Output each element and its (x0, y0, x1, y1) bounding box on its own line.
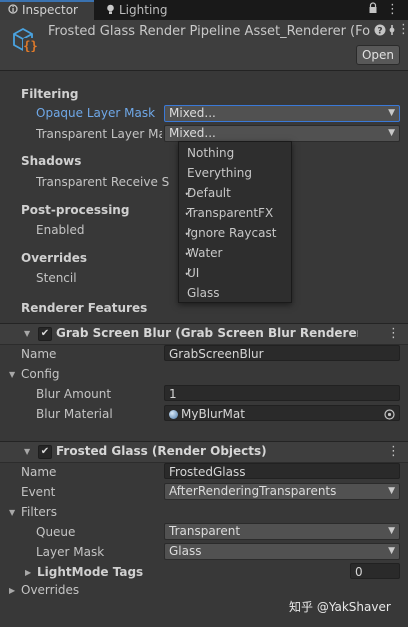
layer-menu-item-label: TransparentFX (187, 206, 274, 220)
layer-menu-item-water[interactable]: ✓ Water (179, 243, 291, 263)
menu-icon[interactable]: ⋮ (386, 2, 399, 17)
layer-mask-label: Layer Mask (36, 545, 105, 559)
filters-label: Filters (21, 505, 57, 519)
checkmark-icon: ✔ (40, 328, 50, 339)
lighting-icon (106, 1, 115, 21)
layer-menu-item-nothing[interactable]: Nothing (179, 143, 291, 163)
opaque-layer-mask-dropdown[interactable]: Mixed... ▼ (164, 105, 400, 122)
foldout-icon[interactable]: ▼ (9, 508, 15, 517)
tab-lighting-label: Lighting (119, 3, 168, 17)
foldout-icon[interactable]: ▼ (24, 447, 30, 456)
layer-mask-dropdown[interactable]: Glass ▼ (164, 543, 400, 560)
grab-screen-blur-enabled-checkbox[interactable]: ✔ (38, 327, 52, 341)
chevron-down-icon: ▼ (388, 486, 395, 496)
renderer-features-heading: Renderer Features (21, 301, 148, 315)
more-icon[interactable]: ⋮ (397, 22, 408, 37)
frosted-overrides-label: Overrides (21, 583, 80, 597)
layer-menu-item-label: Default (187, 186, 231, 200)
queue-dropdown[interactable]: Transparent ▼ (164, 523, 400, 540)
config-label: Config (21, 367, 60, 381)
layer-menu-item-everything[interactable]: Everything (179, 163, 291, 183)
inspector-icon (8, 2, 18, 19)
asset-title: Frosted Glass Render Pipeline Asset_Rend… (48, 24, 370, 39)
opaque-layer-mask-label: Opaque Layer Mask (36, 106, 156, 120)
lightmode-tags-count-field[interactable]: 0 (350, 563, 400, 579)
filtering-heading: Filtering (21, 87, 79, 101)
watermark: 知乎 @YakShaver (289, 600, 391, 614)
layer-mask-value: Glass (169, 544, 202, 558)
post-processing-enabled-label: Enabled (36, 223, 85, 237)
queue-value: Transparent (169, 524, 241, 538)
frosted-glass-title: Frosted Glass (Render Objects) (56, 444, 267, 458)
event-dropdown[interactable]: AfterRenderingTransparents ▼ (164, 483, 400, 500)
transparent-layer-mask-dropdown[interactable]: Mixed... ▼ (164, 125, 400, 142)
chevron-down-icon: ▼ (388, 128, 395, 138)
transparent-layer-mask-value: Mixed... (169, 126, 216, 140)
layer-menu-item-ignore-raycast[interactable]: ✓ Ignore Raycast (179, 223, 291, 243)
grab-screen-blur-title: Grab Screen Blur (Grab Screen Blur Rende… (56, 326, 358, 340)
layer-menu-item-label: Nothing (187, 146, 235, 160)
tab-lighting[interactable]: Lighting (98, 0, 196, 20)
grab-screen-blur-header[interactable]: ▼ ✔ Grab Screen Blur (Grab Screen Blur R… (0, 323, 408, 345)
svg-text:?: ? (377, 27, 382, 37)
foldout-icon[interactable]: ▼ (24, 329, 30, 338)
layer-menu-item-label: Water (187, 246, 223, 260)
layer-menu-item-default[interactable]: ✓ Default (179, 183, 291, 203)
tab-inspector-label: Inspector (22, 3, 78, 17)
event-label: Event (21, 485, 56, 499)
grab-name-label: Name (21, 347, 57, 361)
tab-bar: Inspector Lighting ⋮ (0, 0, 408, 20)
layer-menu-item-transparentfx[interactable]: ✓ TransparentFX (179, 203, 291, 223)
settings-icon[interactable] (388, 23, 396, 40)
blur-amount-field[interactable]: 1 (164, 385, 400, 401)
frosted-name-field[interactable]: FrostedGlass (164, 463, 400, 479)
open-button[interactable]: Open (356, 45, 400, 65)
grab-name-field[interactable]: GrabScreenBlur (164, 345, 400, 361)
queue-label: Queue (36, 525, 76, 539)
blur-amount-label: Blur Amount (36, 387, 112, 401)
svg-text:{}: {} (23, 39, 37, 53)
foldout-icon[interactable]: ▶ (25, 568, 31, 577)
layer-mask-popup-menu: Nothing Everything ✓ Default ✓ TransparentFX ✓… (178, 141, 292, 303)
chevron-down-icon: ▼ (388, 526, 395, 536)
layer-menu-item-label: UI (187, 266, 200, 280)
layer-menu-item-label: Ignore Raycast (187, 226, 277, 240)
post-processing-heading: Post-processing (21, 203, 130, 217)
layer-menu-item-glass[interactable]: Glass (179, 283, 291, 303)
transparent-layer-mask-label: Transparent Layer Mas (36, 127, 162, 141)
more-icon[interactable]: ⋮ (387, 326, 400, 341)
tab-inspector[interactable]: Inspector (0, 0, 94, 20)
frosted-glass-header[interactable]: ▼ ✔ Frosted Glass (Render Objects) ⋮ (0, 441, 408, 463)
chevron-down-icon: ▼ (388, 108, 395, 118)
blur-material-value: MyBlurMat (181, 407, 245, 421)
blur-material-field[interactable]: MyBlurMat (164, 405, 400, 421)
event-value: AfterRenderingTransparents (169, 484, 337, 498)
layer-menu-item-label: Everything (187, 166, 252, 180)
lock-icon[interactable] (368, 2, 378, 17)
opaque-layer-mask-value: Mixed... (169, 106, 216, 120)
stencil-label: Stencil (36, 271, 77, 285)
frosted-name-label: Name (21, 465, 57, 479)
lightmode-tags-label: LightMode Tags (37, 565, 144, 579)
frosted-glass-enabled-checkbox[interactable]: ✔ (38, 445, 52, 459)
chevron-down-icon: ▼ (388, 546, 395, 556)
material-icon (169, 410, 178, 419)
object-picker-icon[interactable] (384, 408, 395, 420)
help-icon[interactable]: ? (374, 24, 386, 39)
transparent-receive-shadows-label: Transparent Receive S (36, 175, 170, 189)
shadows-heading: Shadows (21, 154, 82, 168)
asset-icon: {} (10, 26, 40, 59)
overrides-heading: Overrides (21, 251, 87, 265)
asset-header: {} Frosted Glass Render Pipeline Asset_R… (0, 20, 408, 71)
layer-menu-item-label: Glass (187, 286, 220, 300)
blur-material-label: Blur Material (36, 407, 113, 421)
more-icon[interactable]: ⋮ (387, 444, 400, 459)
foldout-icon[interactable]: ▼ (9, 370, 15, 379)
layer-menu-item-ui[interactable]: ✓ UI (179, 263, 291, 283)
checkmark-icon: ✔ (40, 446, 50, 457)
foldout-icon[interactable]: ▶ (9, 586, 15, 595)
